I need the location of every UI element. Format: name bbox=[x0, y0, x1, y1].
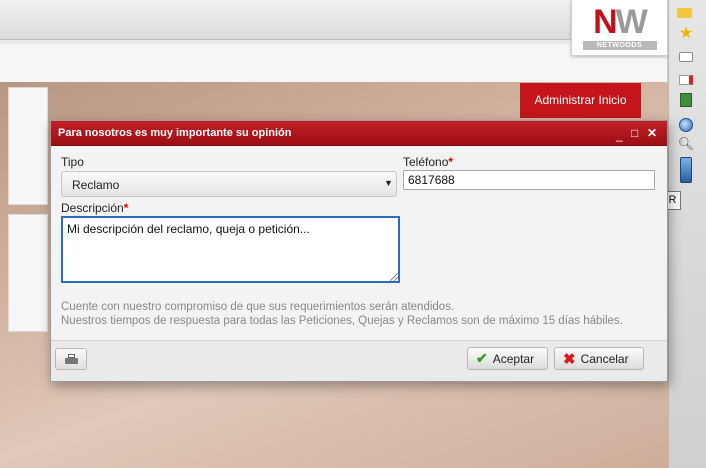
check-icon: ✔ bbox=[476, 350, 488, 366]
maximize-icon[interactable]: □ bbox=[631, 125, 638, 141]
minimize-icon[interactable]: _ bbox=[616, 127, 623, 143]
content-card bbox=[8, 214, 48, 332]
tipo-label: Tipo bbox=[61, 155, 84, 169]
descripcion-label: Descripción* bbox=[61, 201, 129, 215]
dialog-footer: ✔ Aceptar ✖ Cancelar bbox=[51, 340, 667, 381]
star-icon[interactable]: ★ bbox=[678, 25, 694, 42]
close-icon[interactable]: ✕ bbox=[647, 125, 657, 141]
calculator-icon[interactable] bbox=[678, 93, 694, 107]
logo-mark: NW bbox=[593, 2, 648, 41]
pqr-icon[interactable] bbox=[678, 156, 694, 184]
tipo-select-value: Reclamo bbox=[72, 178, 120, 192]
mail-icon[interactable] bbox=[678, 73, 694, 87]
info-line: Nuestros tiempos de respuesta para todas… bbox=[61, 315, 623, 327]
chevron-down-icon: ▼ bbox=[384, 178, 393, 188]
telefono-input[interactable] bbox=[403, 170, 655, 190]
print-icon bbox=[65, 354, 78, 365]
folder-icon[interactable] bbox=[677, 8, 692, 18]
right-toolbar bbox=[668, 0, 706, 468]
response-time-note: Cuente con nuestro compromiso de que sus… bbox=[61, 300, 623, 328]
descripcion-textarea[interactable]: Mi descripción del reclamo, queja o peti… bbox=[61, 216, 400, 283]
accept-label: Aceptar bbox=[492, 351, 535, 366]
brand-logo[interactable]: NW NETWOODS bbox=[571, 0, 668, 56]
resize-handle-icon[interactable] bbox=[390, 273, 398, 281]
telefono-label: Teléfono* bbox=[403, 155, 454, 169]
top-toolbar bbox=[0, 0, 670, 40]
content-card bbox=[8, 87, 48, 205]
logo-tagline: NETWOODS bbox=[582, 40, 657, 50]
globe-icon[interactable] bbox=[678, 118, 694, 132]
search-icon[interactable]: 🔍︎ bbox=[678, 136, 695, 151]
cancel-button[interactable]: ✖ Cancelar bbox=[554, 347, 644, 370]
info-line: Cuente con nuestro compromiso de que sus… bbox=[61, 301, 455, 313]
dialog-titlebar[interactable]: Para nosotros es muy importante su opini… bbox=[51, 121, 667, 146]
tipo-select[interactable]: Reclamo ▼ bbox=[61, 171, 397, 197]
admin-home-button[interactable]: Administrar Inicio bbox=[520, 83, 641, 118]
accept-button[interactable]: ✔ Aceptar bbox=[467, 347, 548, 370]
dialog-title: Para nosotros es muy importante su opini… bbox=[58, 127, 292, 139]
cancel-label: Cancelar bbox=[580, 351, 629, 366]
print-button[interactable] bbox=[55, 348, 87, 370]
feedback-dialog: Para nosotros es muy importante su opini… bbox=[50, 120, 668, 382]
x-icon: ✖ bbox=[563, 350, 576, 368]
chat-icon[interactable] bbox=[678, 50, 694, 64]
